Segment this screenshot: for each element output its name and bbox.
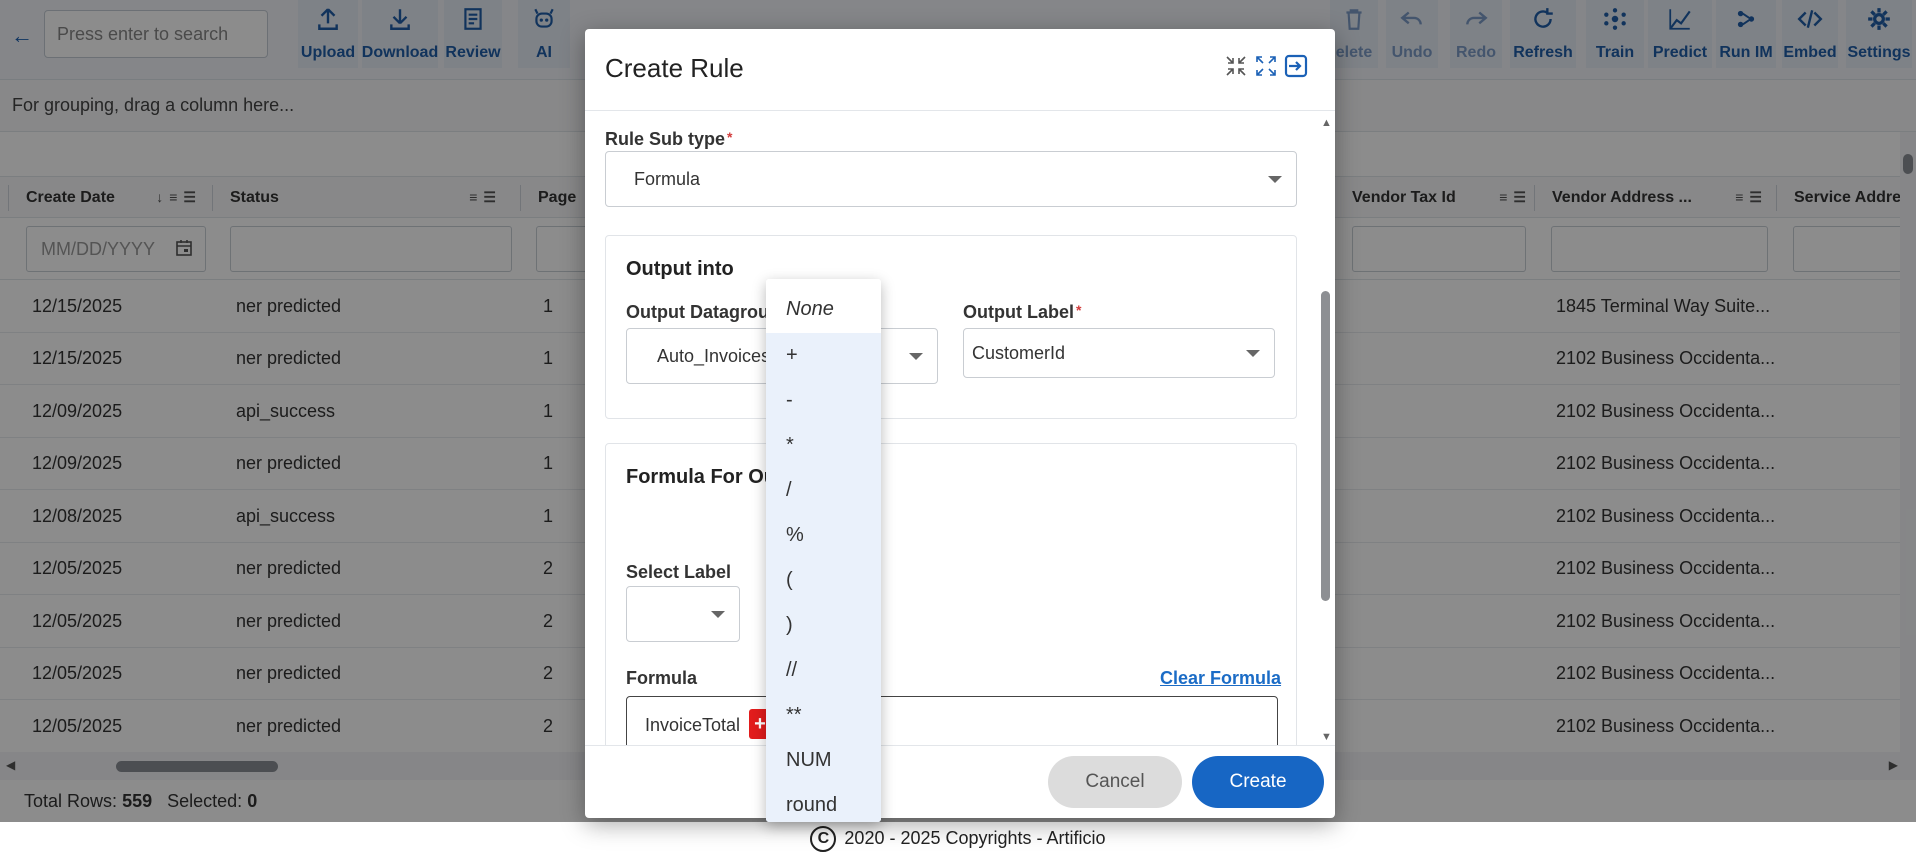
clear-formula-link[interactable]: Clear Formula bbox=[1160, 668, 1281, 689]
operator-option[interactable]: / bbox=[766, 468, 881, 513]
operator-option[interactable]: round bbox=[766, 783, 881, 822]
exit-dialog-icon[interactable] bbox=[1283, 53, 1309, 79]
formula-label: Formula bbox=[626, 668, 698, 688]
chevron-down-icon bbox=[1268, 176, 1282, 183]
scroll-up-icon[interactable]: ▲ bbox=[1321, 117, 1332, 129]
dialog-scrollbar[interactable]: ▲ ▼ bbox=[1317, 111, 1335, 745]
formula-section-title: Formula For Ou bbox=[626, 466, 776, 488]
operator-option[interactable]: ( bbox=[766, 558, 881, 603]
rule-sub-type-select[interactable]: Formula bbox=[605, 151, 1297, 207]
formula-editor[interactable]: InvoiceTotal + bbox=[626, 696, 1278, 745]
output-datagroup-value: Auto_Invoices bbox=[657, 345, 771, 366]
create-button[interactable]: Create bbox=[1192, 756, 1324, 808]
select-label-select[interactable] bbox=[626, 586, 740, 642]
output-into-card: Output into Output Datagrou Auto_Invoice… bbox=[605, 235, 1297, 419]
operator-option[interactable]: - bbox=[766, 378, 881, 423]
chevron-down-icon bbox=[909, 353, 923, 360]
operator-option[interactable]: + bbox=[766, 333, 881, 378]
chevron-down-icon bbox=[711, 611, 725, 618]
output-into-title: Output into bbox=[626, 258, 734, 280]
collapse-icon[interactable] bbox=[1223, 53, 1249, 79]
operator-option[interactable]: // bbox=[766, 648, 881, 693]
dialog-title: Create Rule bbox=[605, 53, 744, 83]
output-label-select[interactable]: CustomerId bbox=[963, 328, 1275, 378]
scroll-down-icon[interactable]: ▼ bbox=[1321, 731, 1332, 743]
chevron-down-icon bbox=[1246, 350, 1260, 357]
rule-sub-type-label: Rule Sub type * bbox=[605, 129, 733, 149]
formula-token-label[interactable]: InvoiceTotal bbox=[645, 715, 740, 736]
rule-sub-type-value: Formula bbox=[634, 168, 701, 189]
select-label-label: Select Label bbox=[626, 562, 732, 582]
cancel-button[interactable]: Cancel bbox=[1048, 756, 1182, 808]
footer: C 2020 - 2025 Copyrights - Artificio bbox=[0, 822, 1916, 855]
dialog-scroll-thumb[interactable] bbox=[1321, 291, 1330, 601]
operator-option[interactable]: None bbox=[766, 279, 881, 333]
operator-dropdown-menu: None + - * /%()//** NUM round bbox=[766, 279, 881, 822]
operator-option[interactable]: ) bbox=[766, 603, 881, 648]
formula-card: Formula For Ou Select Label Formula Clea… bbox=[605, 443, 1297, 745]
operator-option[interactable]: % bbox=[766, 513, 881, 558]
operator-option[interactable]: ** bbox=[766, 693, 881, 738]
operator-option[interactable]: NUM bbox=[766, 738, 881, 783]
dialog-controls bbox=[1223, 53, 1309, 79]
copyright-icon: C bbox=[810, 825, 837, 852]
expand-icon[interactable] bbox=[1253, 53, 1279, 79]
output-label-label: Output Label * bbox=[963, 302, 1082, 322]
output-label-value: CustomerId bbox=[972, 342, 1066, 363]
operator-option[interactable]: * bbox=[766, 423, 881, 468]
create-rule-dialog: Create Rule Rule Sub type * Formula Outpu… bbox=[585, 29, 1335, 818]
dialog-body[interactable]: Rule Sub type * Formula Output into Outpu… bbox=[585, 111, 1335, 745]
copyright-text: 2020 - 2025 Copyrights - Artificio bbox=[844, 828, 1106, 848]
output-datagroup-label: Output Datagrou bbox=[626, 302, 769, 322]
